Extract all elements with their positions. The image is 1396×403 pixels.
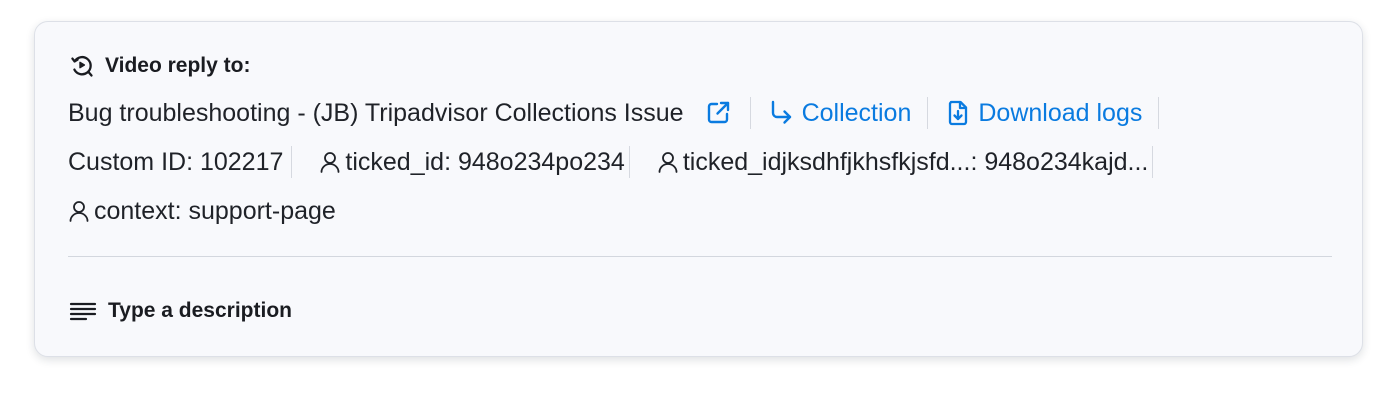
separator — [291, 146, 293, 178]
metadata-row-2: context: support-page — [68, 193, 336, 229]
metadata-item: ticked_idjksdhfjkhsfkjsfd...: 948o234kaj… — [657, 147, 1149, 177]
separator — [749, 97, 751, 129]
description-input[interactable]: Type a description — [69, 296, 292, 326]
description-placeholder: Type a description — [108, 299, 292, 322]
metadata-item-label: ticked_idjksdhfjkhsfkjsfd...: 948o234kaj… — [682, 147, 1149, 176]
collection-link[interactable]: Collection — [768, 98, 912, 128]
separator — [927, 97, 929, 129]
reply-target-title: Bug troubleshooting - (JB) Tripadvisor C… — [68, 98, 684, 127]
video-reply-label: Video reply to: — [105, 54, 251, 77]
video-reply-icon — [69, 53, 95, 79]
external-link-icon[interactable] — [704, 99, 732, 127]
user-icon — [68, 199, 90, 223]
collection-label: Collection — [801, 98, 912, 127]
metadata-item: ticked_id: 948o234po234 — [319, 147, 625, 177]
metadata-row: Custom ID: 102217 ticked_id: 948o234po23… — [68, 143, 1154, 181]
separator — [1152, 146, 1154, 178]
video-reply-card: Video reply to: Bug troubleshooting - (J… — [34, 21, 1363, 357]
separator — [628, 146, 630, 178]
custom-id: Custom ID: 102217 — [68, 147, 284, 176]
download-logs-link[interactable]: Download logs — [946, 99, 1142, 128]
metadata-item-label: ticked_id: 948o234po234 — [345, 147, 625, 176]
download-logs-label: Download logs — [978, 98, 1143, 127]
separator — [1158, 97, 1160, 129]
section-divider — [68, 256, 1332, 257]
video-reply-header: Video reply to: — [69, 52, 250, 80]
user-icon — [319, 150, 341, 174]
reply-target-row: Bug troubleshooting - (JB) Tripadvisor C… — [68, 94, 1160, 132]
text-lines-icon — [69, 300, 97, 322]
user-icon — [657, 150, 679, 174]
metadata-item: context: support-page — [68, 197, 336, 226]
download-file-icon — [946, 99, 970, 127]
arrow-down-right-icon — [768, 99, 794, 127]
metadata-item-label: context: support-page — [94, 196, 336, 225]
